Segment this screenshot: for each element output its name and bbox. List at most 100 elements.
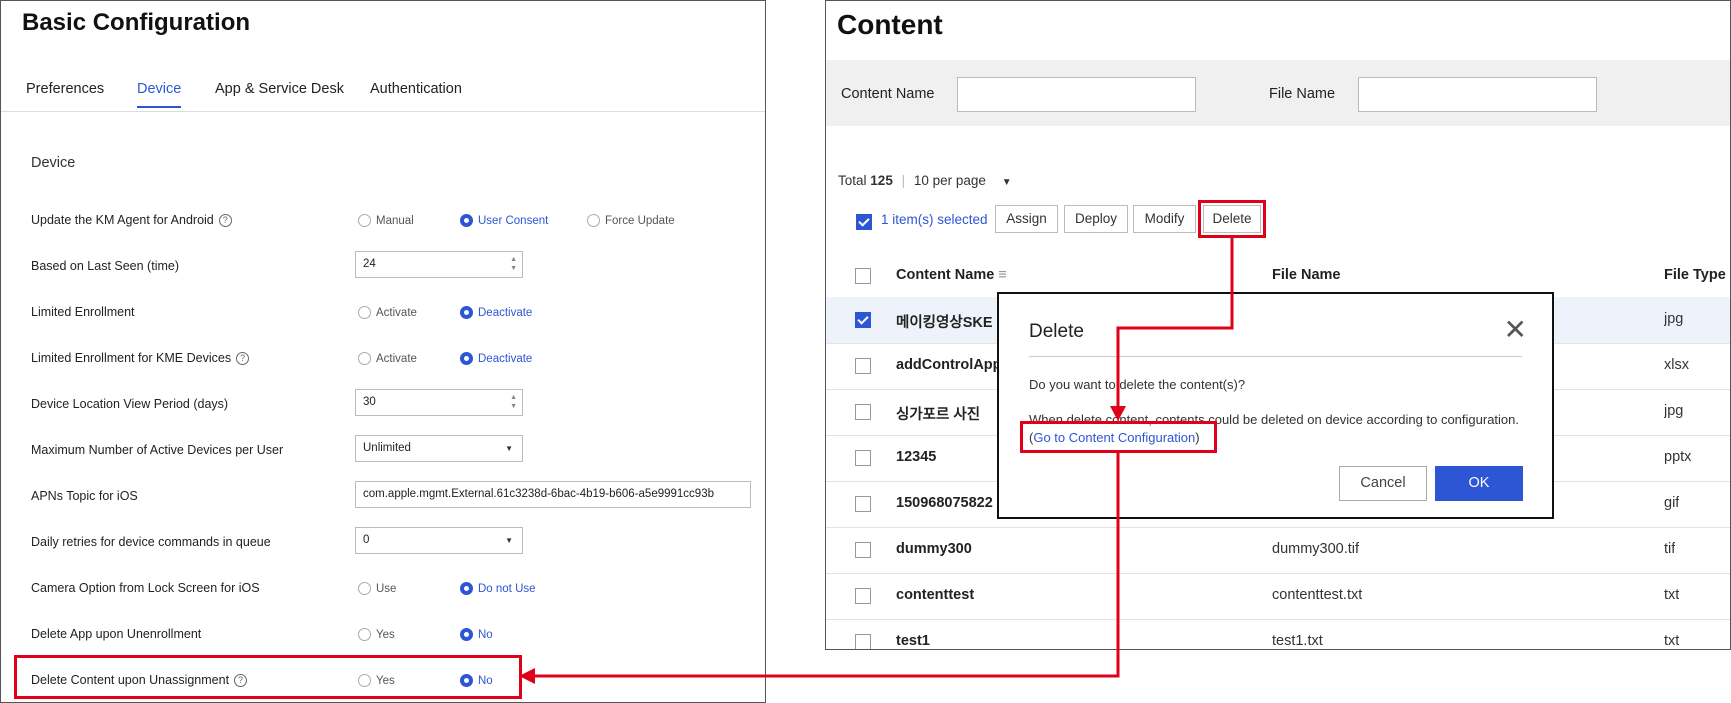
cancel-button[interactable]: Cancel (1339, 466, 1427, 501)
radio-force-update[interactable]: Force Update (587, 214, 675, 227)
radio-user-consent[interactable]: User Consent (460, 214, 548, 227)
select-all-checkbox[interactable] (856, 214, 872, 230)
selected-count: 1 item(s) selected (881, 212, 988, 227)
setting-row: Device Location View Period (days) 30 ▲ ▼ (1, 385, 765, 431)
radio-manual[interactable]: Manual (358, 214, 414, 227)
cell-content-name[interactable]: 싱가포르 사진 (896, 403, 980, 424)
assign-button[interactable]: Assign (995, 205, 1058, 233)
cell-content-name[interactable]: addControlApp (896, 357, 1001, 373)
basic-configuration-panel: Basic Configuration Preferences Device A… (0, 0, 766, 703)
deploy-button[interactable]: Deploy (1064, 205, 1128, 233)
column-file-type[interactable]: File Type (1664, 267, 1726, 283)
setting-label: Limited Enrollment (31, 305, 135, 319)
setting-row: Limited Enrollment Activate Deactivate (1, 293, 765, 339)
setting-label: Daily retries for device commands in que… (31, 535, 271, 549)
delete-dialog: Delete ✕ Do you want to delete the conte… (997, 292, 1554, 519)
cell-file-type: xlsx (1664, 357, 1689, 373)
setting-label: Device Location View Period (days) (31, 397, 229, 411)
cell-file-type: pptx (1664, 449, 1692, 465)
radio-activate[interactable]: Activate (358, 352, 417, 365)
column-file-name[interactable]: File Name (1272, 267, 1341, 283)
stepper-icon[interactable]: ▲ ▼ (510, 393, 517, 411)
ok-button[interactable]: OK (1435, 466, 1523, 501)
last-seen-input[interactable]: 24 ▲ ▼ (355, 251, 523, 278)
row-checkbox[interactable] (855, 496, 871, 512)
page-title: Content (837, 9, 943, 40)
max-devices-select[interactable]: Unlimited ▼ (355, 435, 523, 462)
radio-yes[interactable]: Yes (358, 628, 395, 641)
highlight-box (1198, 200, 1266, 238)
cell-content-name[interactable]: 12345 (896, 449, 936, 465)
cell-file-name: dummy300.tif (1272, 541, 1360, 557)
column-content-name[interactable]: Content Name ≡ (896, 267, 1007, 283)
row-checkbox[interactable] (855, 404, 871, 420)
per-page-select[interactable]: 10 per page (914, 173, 986, 188)
dialog-question: Do you want to delete the content(s)? (1029, 377, 1246, 392)
row-checkbox[interactable] (855, 542, 871, 558)
tab-device[interactable]: Device (137, 81, 182, 108)
radio-deactivate[interactable]: Deactivate (460, 352, 532, 365)
dialog-title: Delete (1029, 321, 1084, 342)
highlight-box (14, 655, 522, 699)
setting-row: Based on Last Seen (time) 24 ▲ ▼ (1, 247, 765, 293)
row-checkbox[interactable] (855, 312, 871, 328)
row-checkbox[interactable] (855, 634, 871, 649)
divider (1029, 356, 1522, 357)
content-name-input[interactable] (957, 77, 1196, 112)
setting-label: Maximum Number of Active Devices per Use… (31, 443, 284, 457)
setting-row: Update the KM Agent for Android? Manual … (1, 201, 765, 247)
file-name-input[interactable] (1358, 77, 1597, 112)
row-checkbox[interactable] (855, 450, 871, 466)
search-bar: Content Name File Name (826, 60, 1730, 126)
setting-label: Update the KM Agent for Android? (31, 213, 232, 227)
tab-preferences[interactable]: Preferences (26, 81, 104, 106)
total-count: Total 125 | 10 per page ▼ (838, 173, 1012, 188)
setting-label: Based on Last Seen (time) (31, 259, 179, 273)
setting-row: Daily retries for device commands in que… (1, 523, 765, 569)
setting-label: Delete App upon Unenrollment (31, 627, 202, 641)
cell-content-name[interactable]: 150968075822 (896, 495, 993, 511)
chevron-down-icon[interactable]: ▼ (1002, 177, 1012, 188)
cell-content-name[interactable]: dummy300 (896, 541, 972, 557)
highlight-box (1020, 421, 1217, 453)
table-row[interactable]: contenttest contenttest.txt txt (826, 573, 1730, 620)
modify-button[interactable]: Modify (1133, 205, 1196, 233)
cell-content-name[interactable]: contenttest (896, 587, 974, 603)
tab-authentication[interactable]: Authentication (370, 81, 462, 106)
sort-icon: ≡ (998, 267, 1007, 283)
header-checkbox[interactable] (855, 268, 871, 284)
radio-no[interactable]: No (460, 628, 493, 641)
setting-row: Maximum Number of Active Devices per Use… (1, 431, 765, 477)
page-title: Basic Configuration (22, 9, 251, 36)
setting-row: Limited Enrollment for KME Devices? Acti… (1, 339, 765, 385)
cell-file-type: gif (1664, 495, 1680, 511)
cell-file-name: test1.txt (1272, 633, 1323, 649)
apns-topic-input[interactable]: com.apple.mgmt.External.61c3238d-6bac-4b… (355, 481, 751, 508)
radio-use[interactable]: Use (358, 582, 396, 595)
row-checkbox[interactable] (855, 588, 871, 604)
content-name-label: Content Name (841, 86, 935, 102)
help-icon[interactable]: ? (236, 352, 250, 365)
chevron-down-icon: ▼ (505, 444, 513, 453)
location-period-input[interactable]: 30 ▲ ▼ (355, 389, 523, 416)
cell-content-name[interactable]: test1 (896, 633, 930, 649)
section-title: Device (31, 155, 76, 171)
tab-app-service-desk[interactable]: App & Service Desk (215, 81, 344, 106)
cell-file-type: jpg (1664, 311, 1684, 327)
cell-file-name: contenttest.txt (1272, 587, 1363, 603)
radio-activate[interactable]: Activate (358, 306, 417, 319)
cell-file-type: jpg (1664, 403, 1684, 419)
help-icon[interactable]: ? (218, 214, 232, 227)
setting-row: Camera Option from Lock Screen for iOS U… (1, 569, 765, 615)
cell-content-name[interactable]: 메이킹영상SKE (896, 311, 993, 332)
table-row[interactable]: dummy300 dummy300.tif tif (826, 527, 1730, 574)
close-icon[interactable]: ✕ (1504, 316, 1527, 344)
radio-deactivate[interactable]: Deactivate (460, 306, 532, 319)
table-row[interactable]: test1 test1.txt txt (826, 619, 1730, 649)
stepper-icon[interactable]: ▲ ▼ (510, 255, 517, 273)
row-checkbox[interactable] (855, 358, 871, 374)
setting-label: Camera Option from Lock Screen for iOS (31, 581, 260, 595)
retries-select[interactable]: 0 ▼ (355, 527, 523, 554)
cell-file-type: txt (1664, 633, 1680, 649)
radio-do-not-use[interactable]: Do not Use (460, 582, 536, 595)
